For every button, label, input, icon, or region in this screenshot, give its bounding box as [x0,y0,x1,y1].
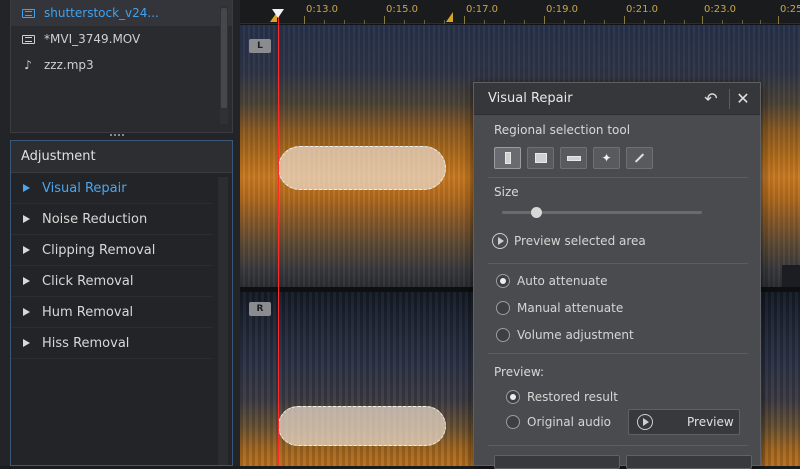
media-item-label: zzz.mp3 [44,58,94,72]
size-slider-knob[interactable] [531,207,542,218]
rect-selection-tool-button[interactable] [527,147,554,169]
panel-resize-grip[interactable] [110,134,124,138]
brush-tool-button[interactable] [626,147,653,169]
preview-button-label: Preview [687,415,734,429]
timeline-tick: 0:25.0 [780,4,800,15]
dialog-title: Visual Repair [488,91,573,106]
preview-option-label: Original audio [527,415,612,429]
playhead[interactable] [278,14,279,466]
music-note-icon: ♪ [24,58,32,72]
brush-icon [634,153,645,163]
dialog-bottom-button-left[interactable] [494,455,620,469]
adjustment-item-label: Hum Removal [42,304,134,320]
timeline-tick: 0:13.0 [306,4,338,15]
expand-arrow-icon [23,339,30,347]
adjustment-item-hiss-removal[interactable]: Hiss Removal [11,328,213,359]
selected-region-right[interactable] [278,406,446,446]
timeline-ruler[interactable]: 0:13.0 0:15.0 0:17.0 0:19.0 0:21.0 0:23.… [240,0,800,24]
media-list: shutterstock_v24... *MVI_3749.MOV ♪ zzz.… [10,0,233,133]
adjustment-item-label: Hiss Removal [42,335,130,351]
mode-manual-attenuate[interactable]: Manual attenuate [496,301,623,315]
close-icon[interactable]: ✕ [734,90,752,108]
media-item-label: shutterstock_v24... [44,6,159,20]
right-channel-badge[interactable]: R [249,302,271,316]
rect-select-icon [534,153,547,163]
undo-icon[interactable]: ↶ [702,90,720,108]
preview-selected-area-label: Preview selected area [514,234,646,248]
mode-label: Manual attenuate [517,301,624,315]
preview-button[interactable]: Preview [628,409,740,435]
adjustment-title: Adjustment [11,141,232,173]
mode-auto-attenuate[interactable]: Auto attenuate [496,274,607,288]
film-icon [21,33,35,45]
magic-wand-tool-button[interactable]: ✦ [593,147,620,169]
timeline-tick: 0:17.0 [466,4,498,15]
dialog-bottom-button-right[interactable] [626,455,752,469]
radio-icon [506,415,520,429]
size-slider[interactable] [502,207,702,218]
media-list-scrollbar[interactable] [220,6,228,124]
media-item-0[interactable]: shutterstock_v24... [11,0,232,26]
left-panel: shutterstock_v24... *MVI_3749.MOV ♪ zzz.… [0,0,240,466]
left-channel-badge[interactable]: L [249,39,271,53]
out-marker[interactable] [446,12,453,22]
selected-region-left[interactable] [278,146,446,190]
media-item-1[interactable]: *MVI_3749.MOV [11,26,232,52]
radio-icon [506,390,520,404]
expand-arrow-icon [23,308,30,316]
expand-arrow-icon [23,246,30,254]
media-item-2[interactable]: ♪ zzz.mp3 [11,52,232,78]
timeline-tick: 0:19.0 [546,4,578,15]
adjustment-item-label: Noise Reduction [42,211,148,227]
mode-label: Auto attenuate [517,274,608,288]
radio-icon [496,274,510,288]
adjustment-item-visual-repair[interactable]: Visual Repair [11,173,213,204]
radio-icon [496,301,510,315]
size-label: Size [494,185,519,199]
expand-arrow-icon [23,277,30,285]
radio-icon [496,328,510,342]
timeline-tick: 0:21.0 [626,4,658,15]
visual-repair-dialog: Visual Repair ↶ ✕ Regional selection too… [473,82,761,469]
frequency-selection-tool-button[interactable] [560,147,587,169]
preview-restored-result[interactable]: Restored result [506,390,618,404]
media-item-label: *MVI_3749.MOV [44,32,141,46]
preview-selected-area-button[interactable]: Preview selected area [492,233,646,249]
adjustment-item-clipping-removal[interactable]: Clipping Removal [11,235,213,266]
preview-original-audio[interactable]: Original audio [506,415,611,429]
adjustment-item-label: Visual Repair [42,180,127,196]
expand-arrow-icon [23,184,30,192]
play-circle-icon [492,233,508,249]
timeline-tick: 0:23.0 [704,4,736,15]
adjustment-item-noise-reduction[interactable]: Noise Reduction [11,204,213,235]
regional-selection-label: Regional selection tool [494,123,631,137]
time-selection-tool-button[interactable] [494,147,521,169]
magic-wand-icon: ✦ [601,151,612,165]
playhead-handle-icon[interactable] [272,9,284,18]
adjustment-item-label: Click Removal [42,273,134,289]
adjustment-item-label: Clipping Removal [42,242,156,258]
adjustment-scrollbar[interactable] [218,177,228,465]
preview-label: Preview: [494,365,545,379]
frequency-select-icon [566,155,581,161]
adjustment-panel: Adjustment Visual Repair Noise Reduction… [10,140,233,466]
adjustment-item-hum-removal[interactable]: Hum Removal [11,297,213,328]
preview-option-label: Restored result [527,390,618,404]
timeline-tick: 0:15.0 [386,4,418,15]
play-circle-icon [637,414,653,430]
selection-tools: ✦ [494,147,653,169]
adjustment-item-click-removal[interactable]: Click Removal [11,266,213,297]
time-select-icon [504,152,511,164]
mode-volume-adjustment[interactable]: Volume adjustment [496,328,634,342]
dialog-header: Visual Repair ↶ ✕ [474,83,760,115]
film-icon [21,7,35,19]
expand-arrow-icon [23,215,30,223]
mode-label: Volume adjustment [517,328,634,342]
